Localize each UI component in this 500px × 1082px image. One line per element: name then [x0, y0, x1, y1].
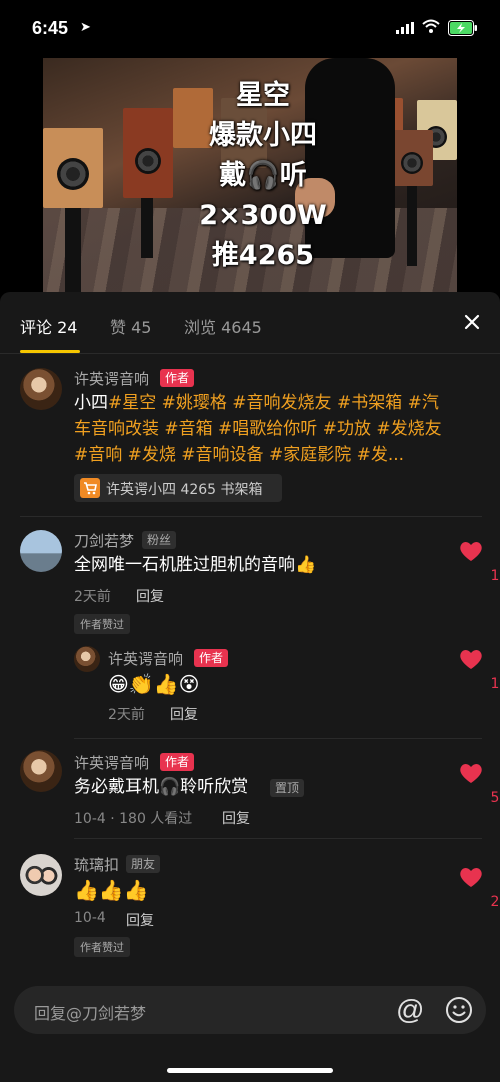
status-bar: 6:45 ➤ [0, 0, 500, 56]
author-liked-tag: 作者赞过 [74, 937, 130, 957]
author-badge: 作者 [160, 753, 195, 771]
username[interactable]: 刀剑若梦 [74, 530, 134, 551]
avatar[interactable] [20, 368, 62, 410]
reply-input[interactable]: 回复@刀剑若梦 @ [14, 986, 486, 1034]
product-title: 许英谔小四 4265 书架箱 [106, 482, 263, 498]
comment-text: 全网唯一石机胜过胆机的音响👍 [74, 555, 317, 575]
overlay-line: 星空 [236, 80, 290, 111]
speaker-stand-graphic [65, 208, 81, 292]
overlay-line: 2×300W [199, 200, 327, 231]
like-count: 2 [490, 894, 500, 910]
reply-button[interactable]: 回复 [222, 808, 250, 828]
shopping-cart-icon [80, 478, 100, 498]
divider [74, 738, 482, 739]
tab-comments[interactable]: 评论 24 [20, 314, 77, 338]
username[interactable]: 许英谔音响 [74, 752, 149, 773]
tab-bar: 评论 24 赞 45 浏览 4645 [0, 292, 500, 354]
comment-time: 10-4 [74, 910, 106, 926]
avatar[interactable] [20, 530, 62, 572]
like-button[interactable]: 1 [459, 648, 499, 692]
location-arrow-icon: ➤ [80, 20, 91, 35]
heart-icon [460, 868, 482, 887]
author-badge: 作者 [160, 369, 195, 387]
comment-time: 2天前 [74, 589, 111, 605]
username[interactable]: 许英谔音响 [74, 368, 149, 389]
avatar[interactable] [20, 750, 62, 792]
video-preview[interactable]: 星空 爆款小四 戴🎧听 2×300W 推4265 [43, 58, 457, 292]
like-count: 1 [490, 676, 500, 692]
reply-button[interactable]: 回复 [170, 704, 198, 724]
post-plain-text: 小四 [74, 393, 108, 413]
fan-badge: 粉丝 [142, 531, 177, 549]
avatar[interactable] [20, 854, 62, 896]
reply-emoji-text: 😁👏👍😵 [108, 672, 200, 696]
comment-text: 👍👍👍 [74, 878, 149, 902]
heart-icon [460, 542, 482, 561]
pinned-badge: 置顶 [270, 779, 305, 797]
speaker-graphic [393, 130, 433, 186]
overlay-line: 戴🎧听 [219, 160, 307, 191]
smile-icon[interactable] [444, 995, 474, 1025]
home-indicator[interactable] [167, 1068, 333, 1073]
reply-button[interactable]: 回复 [136, 586, 164, 606]
like-button[interactable]: 5 [459, 762, 499, 806]
like-count: 1 [490, 568, 500, 584]
divider [20, 516, 482, 517]
tab-views[interactable]: 浏览 4645 [184, 314, 262, 338]
status-time: 6:45 [32, 18, 69, 38]
avatar[interactable] [74, 646, 100, 672]
divider [74, 838, 482, 839]
reply-button[interactable]: 回复 [126, 910, 154, 930]
like-button[interactable]: 2 [459, 866, 499, 910]
username[interactable]: 许英谔音响 [108, 648, 183, 669]
reply-bar: 回复@刀剑若梦 @ [0, 976, 500, 1082]
wifi-icon [422, 19, 440, 33]
speaker-stand-graphic [141, 198, 153, 258]
comment-time-views: 10-4 · 180 人看过 [74, 811, 193, 827]
video-overlay-text: 星空 爆款小四 戴🎧听 2×300W 推4265 [183, 76, 343, 276]
comment-text: 务必戴耳机🎧聆听欣赏 [74, 777, 249, 797]
reply-placeholder: 回复@刀剑若梦 [34, 1004, 147, 1023]
post-text: 小四#星空 #姚璎格 #音响发烧友 #书架箱 #汽车音响改装 #音箱 #唱歌给你… [74, 390, 444, 468]
author-liked-tag: 作者赞过 [74, 614, 130, 634]
friend-badge: 朋友 [126, 855, 161, 873]
divider [0, 353, 500, 354]
mention-at-icon[interactable]: @ [396, 994, 424, 1026]
battery-charging-icon [448, 20, 477, 36]
signal-icon [396, 22, 414, 34]
speaker-graphic [43, 128, 103, 208]
comments-panel: 评论 24 赞 45 浏览 4645 许英谔音响 作者 小四#星空 #姚璎格 #… [0, 292, 500, 1082]
comment-time: 2天前 [108, 707, 145, 723]
heart-icon [460, 764, 482, 783]
username[interactable]: 琉璃扣 [74, 854, 119, 875]
heart-icon [460, 650, 482, 669]
close-icon[interactable] [460, 310, 484, 334]
product-link[interactable]: 许英谔小四 4265 书架箱 [74, 474, 282, 502]
speaker-stand-graphic [407, 186, 417, 266]
overlay-line: 爆款小四 [209, 120, 317, 151]
overlay-line: 推4265 [211, 240, 315, 271]
like-count: 5 [490, 790, 500, 806]
like-button[interactable]: 1 [459, 540, 499, 584]
tab-likes[interactable]: 赞 45 [110, 314, 151, 338]
post-hashtags[interactable]: #星空 #姚璎格 #音响发烧友 #书架箱 #汽车音响改装 #音箱 #唱歌给你听 … [74, 393, 442, 465]
author-badge: 作者 [194, 649, 229, 667]
speaker-graphic [123, 108, 173, 198]
